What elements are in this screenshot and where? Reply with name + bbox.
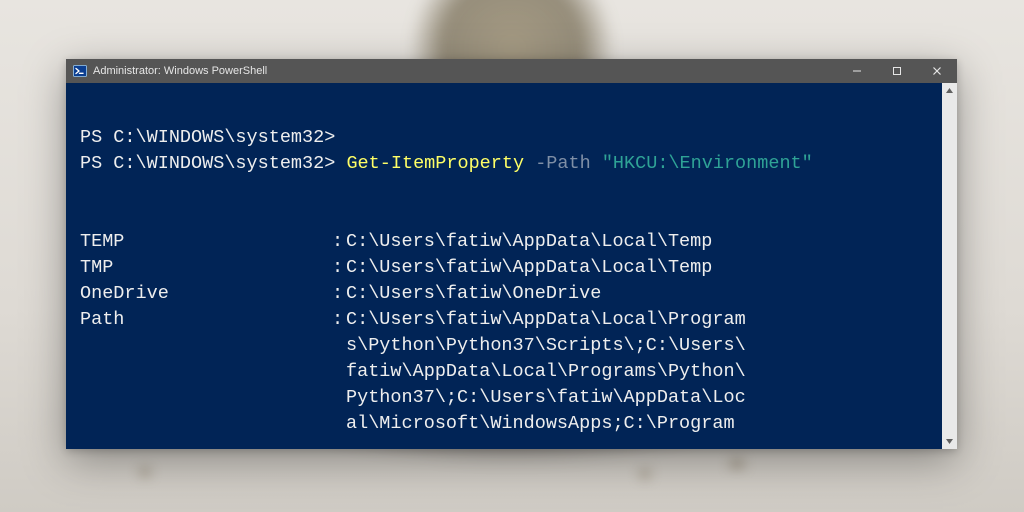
titlebar[interactable]: Administrator: Windows PowerShell	[66, 59, 957, 83]
output-row: OneDrive: C:\Users\fatiw\OneDrive	[80, 281, 932, 307]
output-value: C:\Users\fatiw\AppData\Local\Temp	[346, 229, 932, 255]
output-value: C:\Users\fatiw\OneDrive	[346, 281, 932, 307]
prompt-line-1: PS C:\WINDOWS\system32>	[80, 127, 335, 148]
output-sep: :	[332, 255, 346, 281]
window-title: Administrator: Windows PowerShell	[93, 65, 267, 77]
scroll-up-button[interactable]	[942, 83, 957, 98]
vertical-scrollbar[interactable]	[942, 83, 957, 449]
prompt-line-2-prefix: PS C:\WINDOWS\system32>	[80, 153, 346, 174]
output-sep: :	[332, 229, 346, 255]
string-arg-token: "HKCU:\Environment"	[602, 153, 813, 174]
output-key: TMP	[80, 255, 332, 281]
powershell-window: Administrator: Windows PowerShell PS C:\…	[66, 59, 957, 449]
scroll-down-button[interactable]	[942, 434, 957, 449]
param-token: -Path	[524, 153, 602, 174]
output-key: OneDrive	[80, 281, 332, 307]
output-row: Path: C:\Users\fatiw\AppData\Local\Progr…	[80, 307, 932, 437]
output-key: TEMP	[80, 229, 332, 255]
close-button[interactable]	[917, 59, 957, 83]
output-key: Path	[80, 307, 332, 437]
maximize-button[interactable]	[877, 59, 917, 83]
scroll-track[interactable]	[942, 98, 957, 434]
cmdlet-token: Get-ItemProperty	[346, 153, 524, 174]
output-sep: :	[332, 307, 346, 437]
output-sep: :	[332, 281, 346, 307]
powershell-icon	[72, 64, 87, 79]
output-value: C:\Users\fatiw\AppData\Local\Program s\P…	[346, 307, 932, 437]
output-value: C:\Users\fatiw\AppData\Local\Temp	[346, 255, 932, 281]
console-output[interactable]: PS C:\WINDOWS\system32> PS C:\WINDOWS\sy…	[66, 83, 942, 449]
output-row: TEMP: C:\Users\fatiw\AppData\Local\Temp	[80, 229, 932, 255]
output-row: TMP: C:\Users\fatiw\AppData\Local\Temp	[80, 255, 932, 281]
minimize-button[interactable]	[837, 59, 877, 83]
client-area: PS C:\WINDOWS\system32> PS C:\WINDOWS\sy…	[66, 83, 957, 449]
